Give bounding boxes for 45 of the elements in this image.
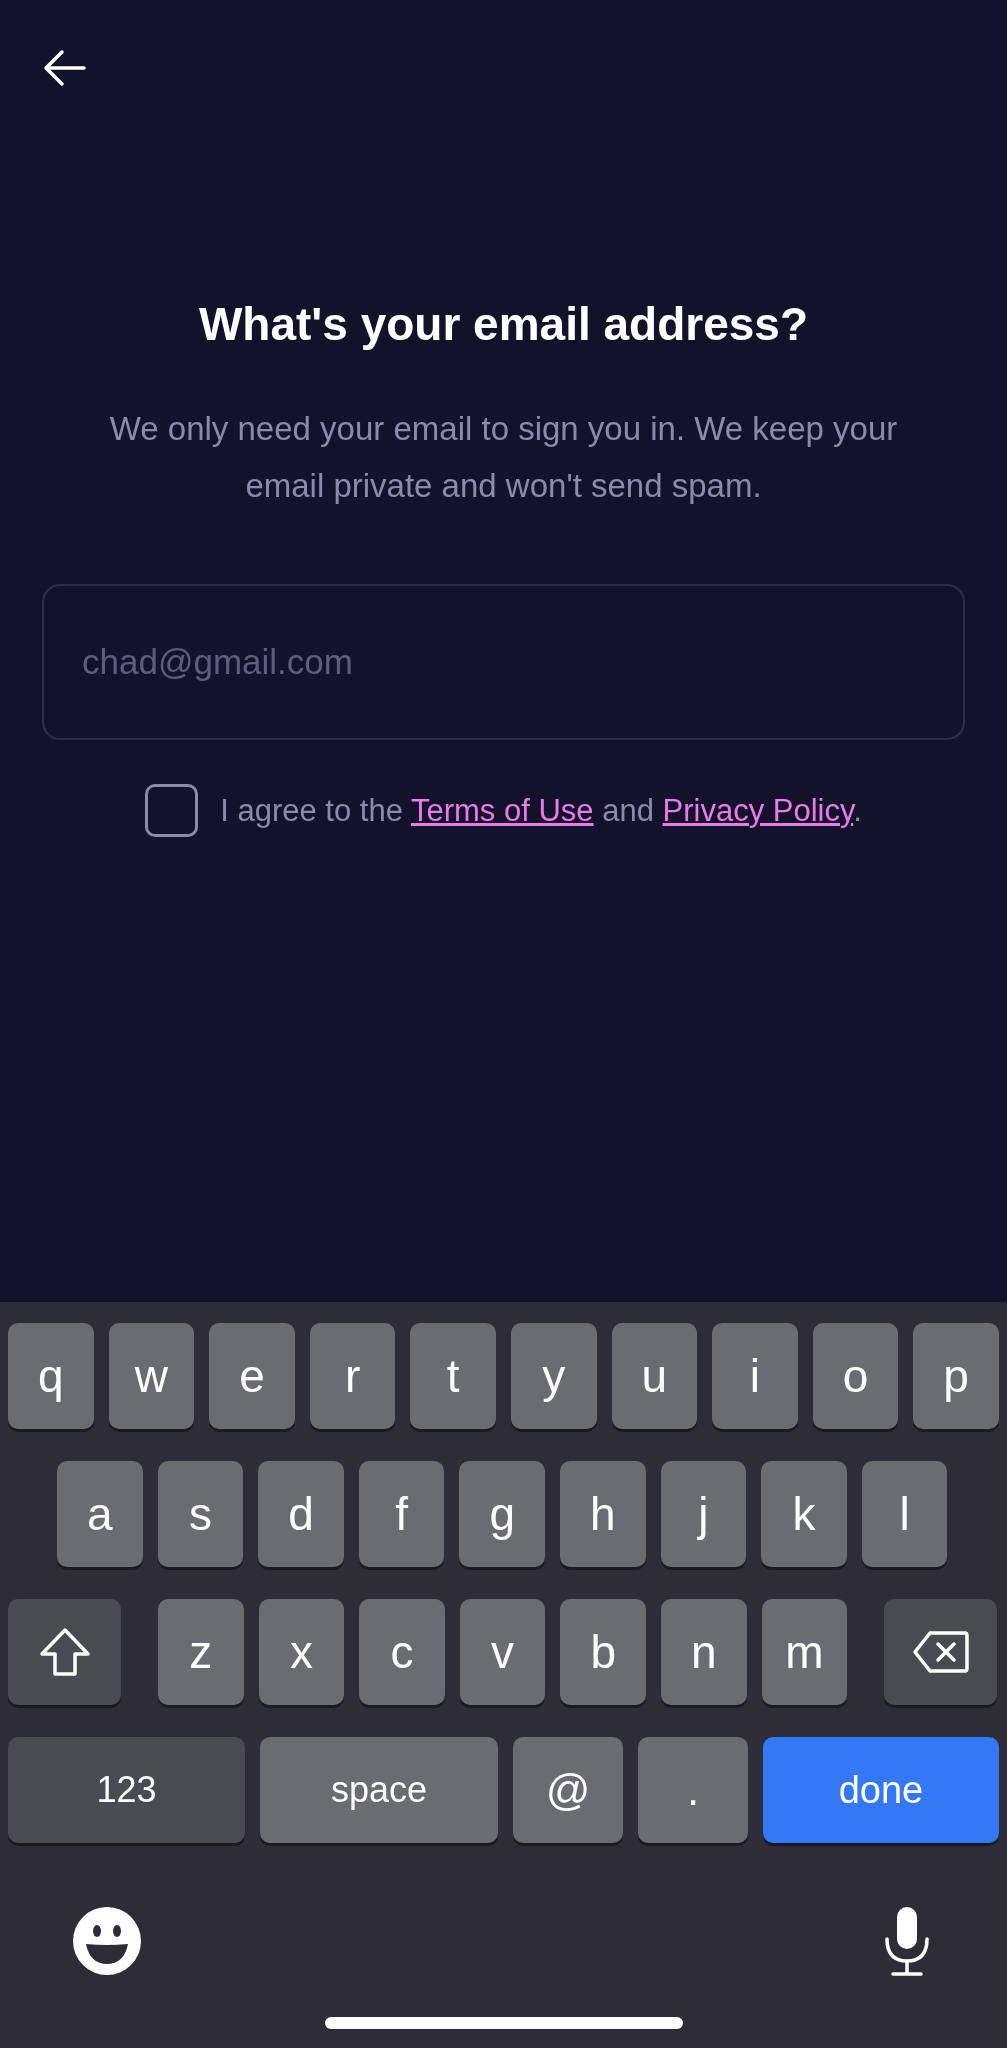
letter-key[interactable]: q	[8, 1323, 94, 1429]
letter-key[interactable]: y	[510, 1323, 597, 1429]
letter-key[interactable]: k	[761, 1461, 847, 1567]
letter-key[interactable]: c	[359, 1599, 445, 1705]
page-title: What's your email address?	[198, 297, 809, 352]
letter-key[interactable]: v	[459, 1599, 546, 1705]
policy-link[interactable]: Terms of Use	[410, 792, 594, 828]
letter-key[interactable]: z	[158, 1599, 244, 1705]
letter-key[interactable]: g	[459, 1461, 545, 1567]
policy-link[interactable]: Privacy Policy	[662, 792, 854, 828]
letter-key[interactable]: s	[157, 1461, 244, 1567]
agreement-text: I agree to the Terms of Use and Privacy Policy.	[220, 792, 862, 829]
emoji-button[interactable]	[72, 1906, 142, 1976]
letter-key[interactable]: a	[57, 1461, 143, 1567]
letter-key[interactable]: b	[560, 1599, 646, 1705]
letter-key[interactable]: x	[258, 1599, 345, 1705]
back-arrow-icon	[42, 49, 86, 87]
email-field[interactable]: chad@gmail.com	[42, 584, 965, 740]
letter-key[interactable]: l	[861, 1461, 948, 1567]
letter-key[interactable]: p	[913, 1323, 999, 1429]
emoji-icon	[72, 1906, 142, 1976]
letter-key[interactable]: j	[660, 1461, 747, 1567]
letter-key[interactable]: o	[812, 1323, 899, 1429]
letter-key[interactable]: i	[712, 1323, 798, 1429]
symbol-key[interactable]: @	[513, 1737, 623, 1843]
symbol-key[interactable]: .	[638, 1737, 748, 1843]
numbers-key[interactable]: 123	[8, 1737, 245, 1843]
delete-icon	[911, 1630, 970, 1674]
done-key[interactable]: done	[763, 1737, 999, 1843]
letter-key[interactable]: d	[258, 1461, 344, 1567]
shift-key[interactable]	[8, 1599, 121, 1705]
letter-key[interactable]: m	[761, 1599, 848, 1705]
agree-checkbox[interactable]	[145, 784, 199, 837]
letter-key[interactable]: u	[611, 1323, 698, 1429]
space-key[interactable]: space	[260, 1737, 498, 1843]
letter-key[interactable]: w	[108, 1323, 195, 1429]
letter-key[interactable]: t	[410, 1323, 496, 1429]
delete-key[interactable]	[884, 1599, 998, 1705]
letter-key[interactable]: r	[309, 1323, 396, 1429]
letter-key[interactable]: h	[559, 1461, 646, 1567]
letter-key[interactable]: f	[358, 1461, 445, 1567]
subtitle: We only need your email to sign you in. We keep your email private and won't send spam.	[108, 409, 899, 506]
letter-key[interactable]: e	[209, 1323, 295, 1429]
letter-key[interactable]: n	[660, 1599, 747, 1705]
shift-icon	[37, 1627, 92, 1677]
